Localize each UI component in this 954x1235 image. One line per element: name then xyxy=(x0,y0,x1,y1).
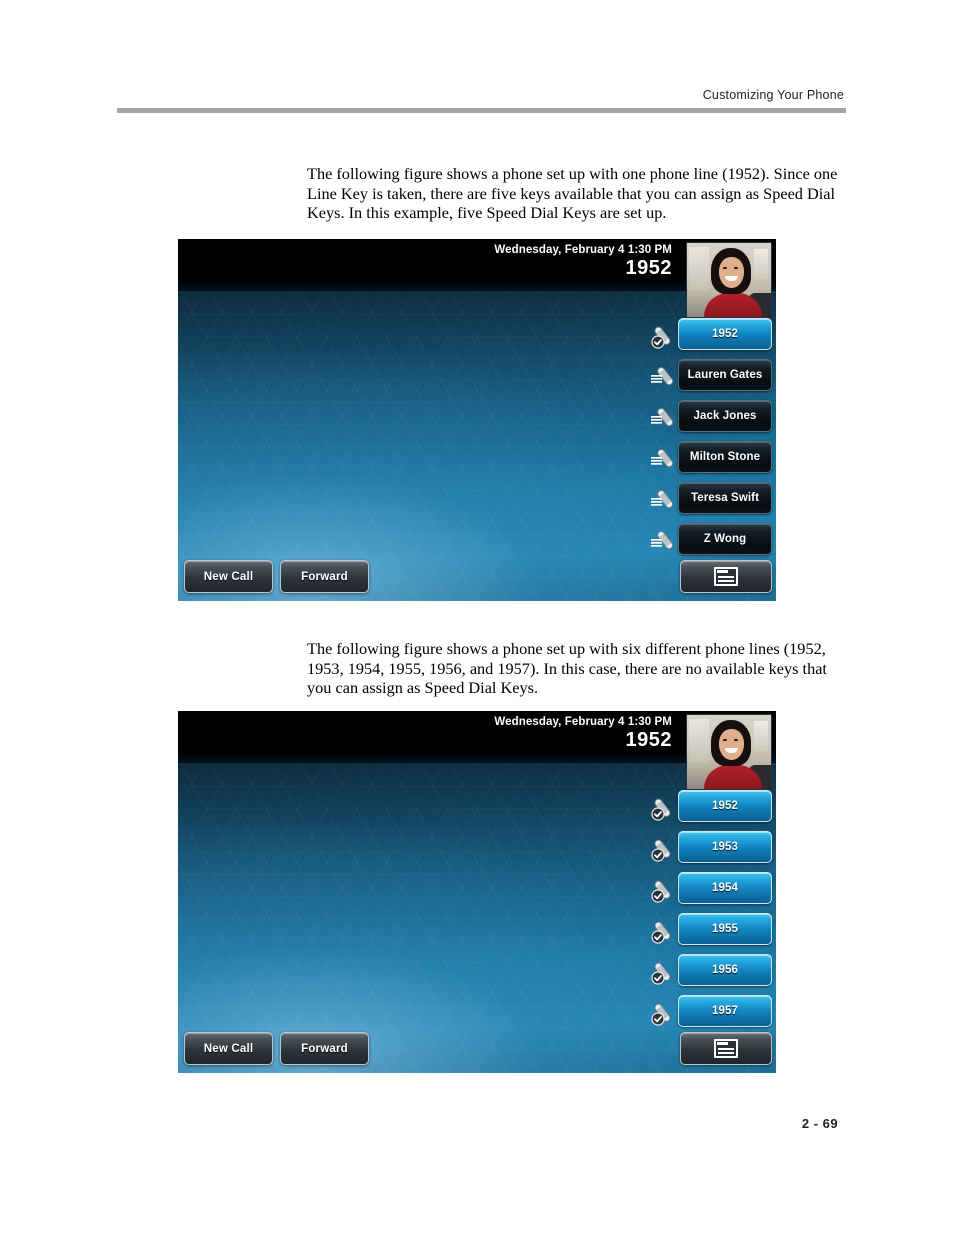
status-datetime: Wednesday, February 4 1:30 PM xyxy=(494,716,672,728)
line-key-row[interactable]: Lauren Gates xyxy=(650,356,772,397)
page-number: 2 - 69 xyxy=(801,1116,839,1131)
line-key-button[interactable]: 1955 xyxy=(678,913,772,945)
status-datetime: Wednesday, February 4 1:30 PM xyxy=(494,244,672,256)
speed-dial-key-label: Milton Stone xyxy=(689,451,761,463)
line-key-row[interactable]: 1957 xyxy=(650,992,772,1033)
soft-key-bar: New Call Forward xyxy=(184,560,772,595)
line-key-row[interactable]: Jack Jones xyxy=(650,397,772,438)
line-key-button[interactable]: 1953 xyxy=(678,831,772,863)
menu-button[interactable] xyxy=(680,560,772,593)
phone-screen-figure-one: Wednesday, February 4 1:30 PM 1952 1952 … xyxy=(178,239,776,601)
line-key-label: 1953 xyxy=(712,841,738,853)
speed-dial-icon xyxy=(650,444,680,472)
line-key-row[interactable]: 1956 xyxy=(650,951,772,992)
speed-dial-key-label: Teresa Swift xyxy=(690,492,760,504)
speed-dial-key-button[interactable]: Teresa Swift xyxy=(678,482,772,514)
speed-dial-icon xyxy=(650,526,680,554)
menu-button[interactable] xyxy=(680,1032,772,1065)
line-key-row[interactable]: 1952 xyxy=(650,315,772,356)
photo-wall-panel-right xyxy=(754,249,768,279)
photo-eye-left xyxy=(723,267,727,269)
speed-dial-icon xyxy=(650,362,680,390)
line-key-row[interactable]: Teresa Swift xyxy=(650,479,772,520)
line-key-row[interactable]: 1952 xyxy=(650,787,772,828)
line-key-button[interactable]: 1956 xyxy=(678,954,772,986)
speed-dial-icon xyxy=(650,403,680,431)
line-key-label: 1952 xyxy=(712,800,738,812)
menu-list-icon xyxy=(714,567,738,586)
line-key-row[interactable]: Z Wong xyxy=(650,520,772,561)
line-key-label: 1957 xyxy=(712,1005,738,1017)
registered-line-icon xyxy=(650,321,680,349)
line-key-row[interactable]: Milton Stone xyxy=(650,438,772,479)
line-key-column: 1952 1953 1954 1955 1956 1957 xyxy=(650,787,772,1033)
paragraph-one-phone-line: The following figure shows a phone set u… xyxy=(307,164,838,223)
registered-line-icon xyxy=(650,916,680,944)
new-call-label: New Call xyxy=(203,570,254,583)
menu-list-icon xyxy=(714,1039,738,1058)
speed-dial-key-button[interactable]: Jack Jones xyxy=(678,400,772,432)
page-header: Customizing Your Phone xyxy=(117,88,846,113)
new-call-label: New Call xyxy=(203,1042,254,1055)
paragraph-six-phone-lines: The following figure shows a phone set u… xyxy=(307,639,827,698)
forward-label: Forward xyxy=(301,570,348,583)
speed-dial-key-button[interactable]: Lauren Gates xyxy=(678,359,772,391)
soft-key-bar: New Call Forward xyxy=(184,1032,772,1067)
line-key-label: 1955 xyxy=(712,923,738,935)
status-text-group: Wednesday, February 4 1:30 PM 1952 xyxy=(494,244,672,280)
new-call-button[interactable]: New Call xyxy=(184,560,273,593)
phone-screen-figure-two: Wednesday, February 4 1:30 PM 1952 1952 … xyxy=(178,711,776,1073)
registered-line-icon xyxy=(650,875,680,903)
photo-face xyxy=(719,257,744,288)
forward-label: Forward xyxy=(301,1042,348,1055)
photo-face xyxy=(719,729,744,760)
status-extension: 1952 xyxy=(625,729,672,751)
line-key-row[interactable]: 1954 xyxy=(650,869,772,910)
speed-dial-key-button[interactable]: Milton Stone xyxy=(678,441,772,473)
speed-dial-key-label: Z Wong xyxy=(703,533,747,545)
registered-line-icon xyxy=(650,793,680,821)
line-key-row[interactable]: 1953 xyxy=(650,828,772,869)
status-extension: 1952 xyxy=(625,257,672,279)
photo-eye-left xyxy=(723,739,727,741)
line-key-button[interactable]: 1952 xyxy=(678,790,772,822)
user-photo-icon xyxy=(686,714,772,790)
photo-eye-right xyxy=(734,267,738,269)
running-head: Customizing Your Phone xyxy=(702,88,844,102)
line-key-label: 1952 xyxy=(712,328,738,340)
speed-dial-key-label: Lauren Gates xyxy=(687,369,763,381)
status-text-group: Wednesday, February 4 1:30 PM 1952 xyxy=(494,716,672,752)
new-call-button[interactable]: New Call xyxy=(184,1032,273,1065)
line-key-label: 1956 xyxy=(712,964,738,976)
forward-button[interactable]: Forward xyxy=(280,560,369,593)
photo-wall-panel-left xyxy=(689,247,709,291)
line-key-column: 1952 Lauren Gates Jack Jones Milton Ston… xyxy=(650,315,772,561)
header-rule xyxy=(117,108,846,113)
speed-dial-key-label: Jack Jones xyxy=(693,410,757,422)
line-key-row[interactable]: 1955 xyxy=(650,910,772,951)
line-key-button[interactable]: 1954 xyxy=(678,872,772,904)
photo-wall-panel-left xyxy=(689,719,709,763)
user-photo-icon xyxy=(686,242,772,318)
line-key-button[interactable]: 1952 xyxy=(678,318,772,350)
line-key-button[interactable]: 1957 xyxy=(678,995,772,1027)
photo-wall-panel-right xyxy=(754,721,768,751)
forward-button[interactable]: Forward xyxy=(280,1032,369,1065)
registered-line-icon xyxy=(650,834,680,862)
speed-dial-icon xyxy=(650,485,680,513)
line-key-label: 1954 xyxy=(712,882,738,894)
registered-line-icon xyxy=(650,998,680,1026)
photo-eye-right xyxy=(734,739,738,741)
registered-line-icon xyxy=(650,957,680,985)
speed-dial-key-button[interactable]: Z Wong xyxy=(678,523,772,555)
